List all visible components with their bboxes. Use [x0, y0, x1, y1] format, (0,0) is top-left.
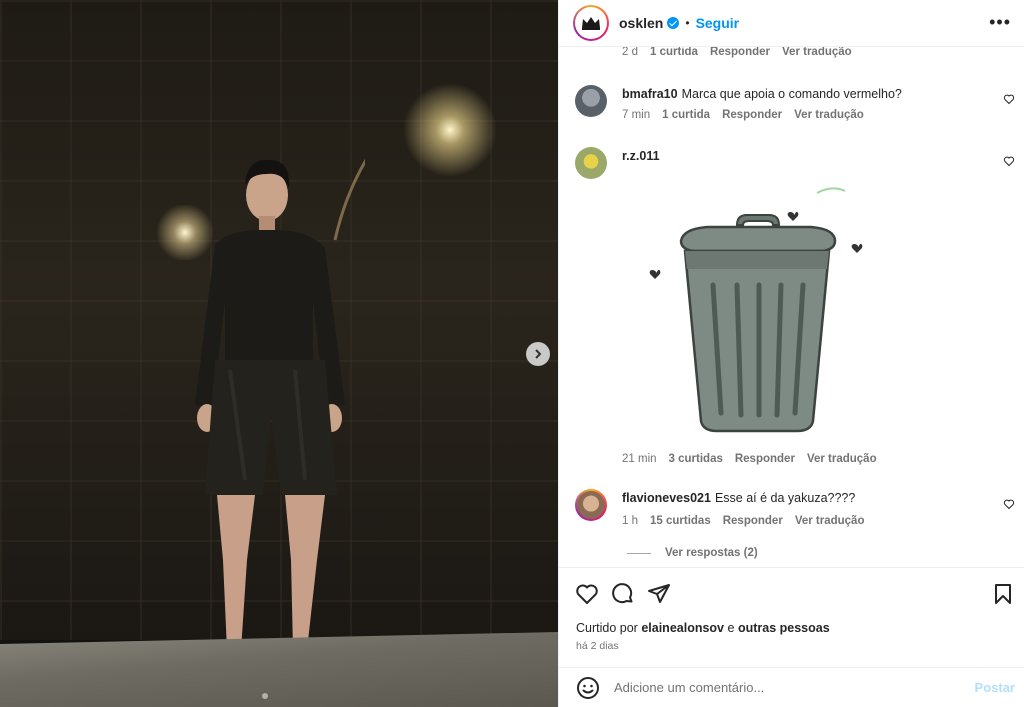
add-comment-bar: Postar [559, 667, 1024, 707]
comment-likes[interactable]: 3 curtidas [669, 453, 723, 465]
translate-button[interactable]: Ver tradução [807, 453, 877, 465]
comment-body: flavioneves021 Esse aí é da yakuza???? [622, 491, 855, 505]
reply-button[interactable]: Responder [723, 515, 783, 527]
account-handle[interactable]: osklen [619, 15, 663, 31]
comment-likes[interactable]: 1 curtida [662, 109, 710, 121]
comment-meta: 7 min 1 curtida Responder Ver tradução [622, 109, 864, 121]
view-replies-button[interactable]: Ver respostas (2) [627, 547, 758, 559]
translate-button[interactable]: Ver tradução [795, 515, 865, 527]
comment-body: bmafra10 Marca que apoia o comando vermel… [622, 87, 902, 101]
comment-meta: 21 min 3 curtidas Responder Ver tradução [622, 453, 877, 465]
comment-likes[interactable]: 1 curtida [650, 47, 698, 58]
emoji-smiley-icon[interactable] [576, 676, 600, 700]
reply-button[interactable]: Responder [722, 109, 782, 121]
post-photo[interactable] [0, 0, 558, 707]
like-comment-heart-icon[interactable] [1003, 155, 1015, 167]
carousel-dot [262, 693, 268, 699]
model-figure [195, 158, 365, 663]
post-header: osklen • Seguir ••• [559, 0, 1024, 46]
comment-bubble-icon[interactable] [611, 582, 635, 606]
like-comment-heart-icon[interactable] [1003, 93, 1015, 105]
share-paper-plane-icon[interactable] [647, 582, 671, 606]
chevron-right-icon [535, 349, 542, 359]
next-photo-button[interactable] [526, 342, 550, 366]
post-actions: Curtido por elainealonsov e outras pesso… [559, 567, 1024, 667]
comment-time: 1 h [622, 515, 638, 527]
comment-username[interactable]: bmafra10 [622, 87, 678, 101]
comment-time: 21 min [622, 453, 657, 465]
more-options-icon[interactable]: ••• [989, 12, 1011, 33]
reply-button[interactable]: Responder [735, 453, 795, 465]
commenter-avatar[interactable] [575, 489, 607, 521]
translate-button[interactable]: Ver tradução [782, 47, 852, 58]
post-side-panel: osklen • Seguir ••• 2 d 1 curtida Respon… [558, 0, 1024, 707]
replies-divider-line [627, 552, 651, 554]
comments-list[interactable]: 2 d 1 curtida Responder Ver tradução bma… [559, 46, 1024, 566]
commenter-avatar[interactable] [575, 147, 607, 179]
bookmark-icon[interactable] [991, 582, 1015, 606]
street-lamp-light [390, 80, 510, 180]
view-replies-label: Ver respostas (2) [665, 547, 758, 559]
comment-text: Marca que apoia o comando vermelho? [681, 87, 902, 101]
crown-icon [582, 17, 600, 30]
comment-meta: 2 d 1 curtida Responder Ver tradução [622, 46, 852, 58]
comment-likes[interactable]: 15 curtidas [650, 515, 711, 527]
liked-by-prefix: Curtido por [576, 621, 638, 635]
comment-input[interactable] [614, 680, 954, 695]
liked-by-joiner: e [727, 621, 735, 635]
like-heart-icon[interactable] [575, 582, 599, 606]
liked-by-others[interactable]: outras pessoas [738, 621, 830, 635]
comment-time: 2 d [622, 46, 638, 58]
liked-by-text: Curtido por elainealonsov e outras pesso… [576, 621, 830, 635]
trash-can-sticker [649, 187, 863, 433]
post-comment-button[interactable]: Postar [975, 680, 1015, 695]
follow-button[interactable]: Seguir [696, 15, 740, 31]
reply-button[interactable]: Responder [710, 47, 770, 58]
comment-username[interactable]: r.z.011 [622, 149, 660, 163]
header-separator: • [685, 16, 690, 30]
translate-button[interactable]: Ver tradução [794, 109, 864, 121]
comment-text: Esse aí é da yakuza???? [714, 491, 856, 505]
liked-by-user[interactable]: elainealonsov [641, 621, 724, 635]
verified-badge-icon [667, 17, 680, 29]
post-date: há 2 dias [576, 640, 619, 652]
commenter-avatar[interactable] [575, 85, 607, 117]
comment-time: 7 min [622, 109, 651, 121]
concrete-ledge [0, 632, 558, 707]
comment-username[interactable]: flavioneves021 [622, 491, 711, 505]
like-comment-heart-icon[interactable] [1003, 498, 1015, 510]
account-avatar[interactable] [573, 5, 609, 41]
comment-meta: 1 h 15 curtidas Responder Ver tradução [622, 515, 864, 527]
comment-body: r.z.011 [622, 149, 664, 163]
